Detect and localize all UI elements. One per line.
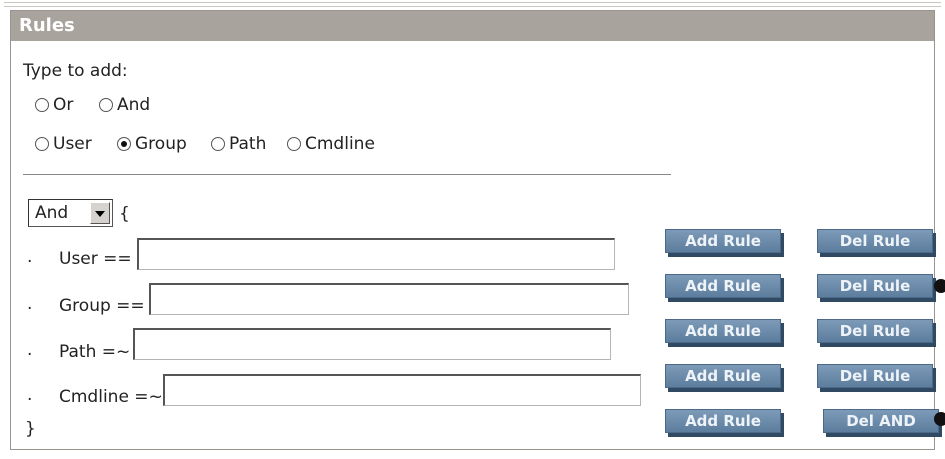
radio-path[interactable] [211, 137, 225, 151]
panel-title: Rules [11, 11, 934, 41]
path-input[interactable] [133, 328, 611, 360]
del-rule-button[interactable]: Del Rule [817, 274, 933, 298]
add-rule-button[interactable]: Add Rule [665, 409, 781, 433]
add-rule-button[interactable]: Add Rule [665, 319, 781, 343]
chevron-down-icon[interactable] [90, 202, 110, 224]
type-to-add-label: Type to add: [23, 61, 128, 81]
rules-panel: Rules Type to add: Or And User Group Pat… [10, 10, 939, 450]
rule-bullet: . [27, 385, 33, 405]
del-and-button[interactable]: Del AND [823, 409, 939, 433]
del-rule-button[interactable]: Del Rule [817, 364, 933, 388]
radio-or-label: Or [53, 95, 74, 115]
radio-and[interactable] [99, 98, 113, 112]
radio-user[interactable] [35, 137, 49, 151]
group-input[interactable] [149, 283, 629, 315]
radio-group-label: Group [135, 134, 187, 154]
radio-cmdline[interactable] [287, 137, 301, 151]
rule-bullet: . [27, 247, 33, 267]
divider [23, 174, 671, 175]
radio-user-label: User [53, 134, 92, 154]
operator-select[interactable]: And [28, 199, 113, 227]
del-rule-button[interactable]: Del Rule [817, 229, 933, 253]
radio-or[interactable] [35, 98, 49, 112]
add-rule-button[interactable]: Add Rule [665, 229, 781, 253]
outer-frame-line [4, 2, 941, 7]
rule-label-user: User == [59, 249, 132, 269]
cmdline-input[interactable] [163, 374, 641, 406]
rule-label-cmdline: Cmdline =~ [59, 387, 163, 407]
del-rule-button[interactable]: Del Rule [817, 319, 933, 343]
info-icon [934, 279, 945, 293]
user-input[interactable] [137, 238, 615, 270]
rule-bullet: . [27, 294, 33, 314]
info-icon [934, 412, 945, 426]
rule-bullet: . [27, 340, 33, 360]
add-rule-button[interactable]: Add Rule [665, 364, 781, 388]
rule-label-path: Path =~ [59, 342, 131, 362]
add-rule-button[interactable]: Add Rule [665, 274, 781, 298]
radio-and-label: And [117, 95, 151, 115]
radio-cmdline-label: Cmdline [305, 134, 375, 154]
close-brace: } [25, 419, 36, 439]
operator-select-value: And [35, 203, 69, 223]
open-brace: { [119, 204, 130, 224]
radio-group[interactable] [117, 137, 131, 151]
rule-label-group: Group == [59, 296, 145, 316]
radio-path-label: Path [229, 134, 267, 154]
